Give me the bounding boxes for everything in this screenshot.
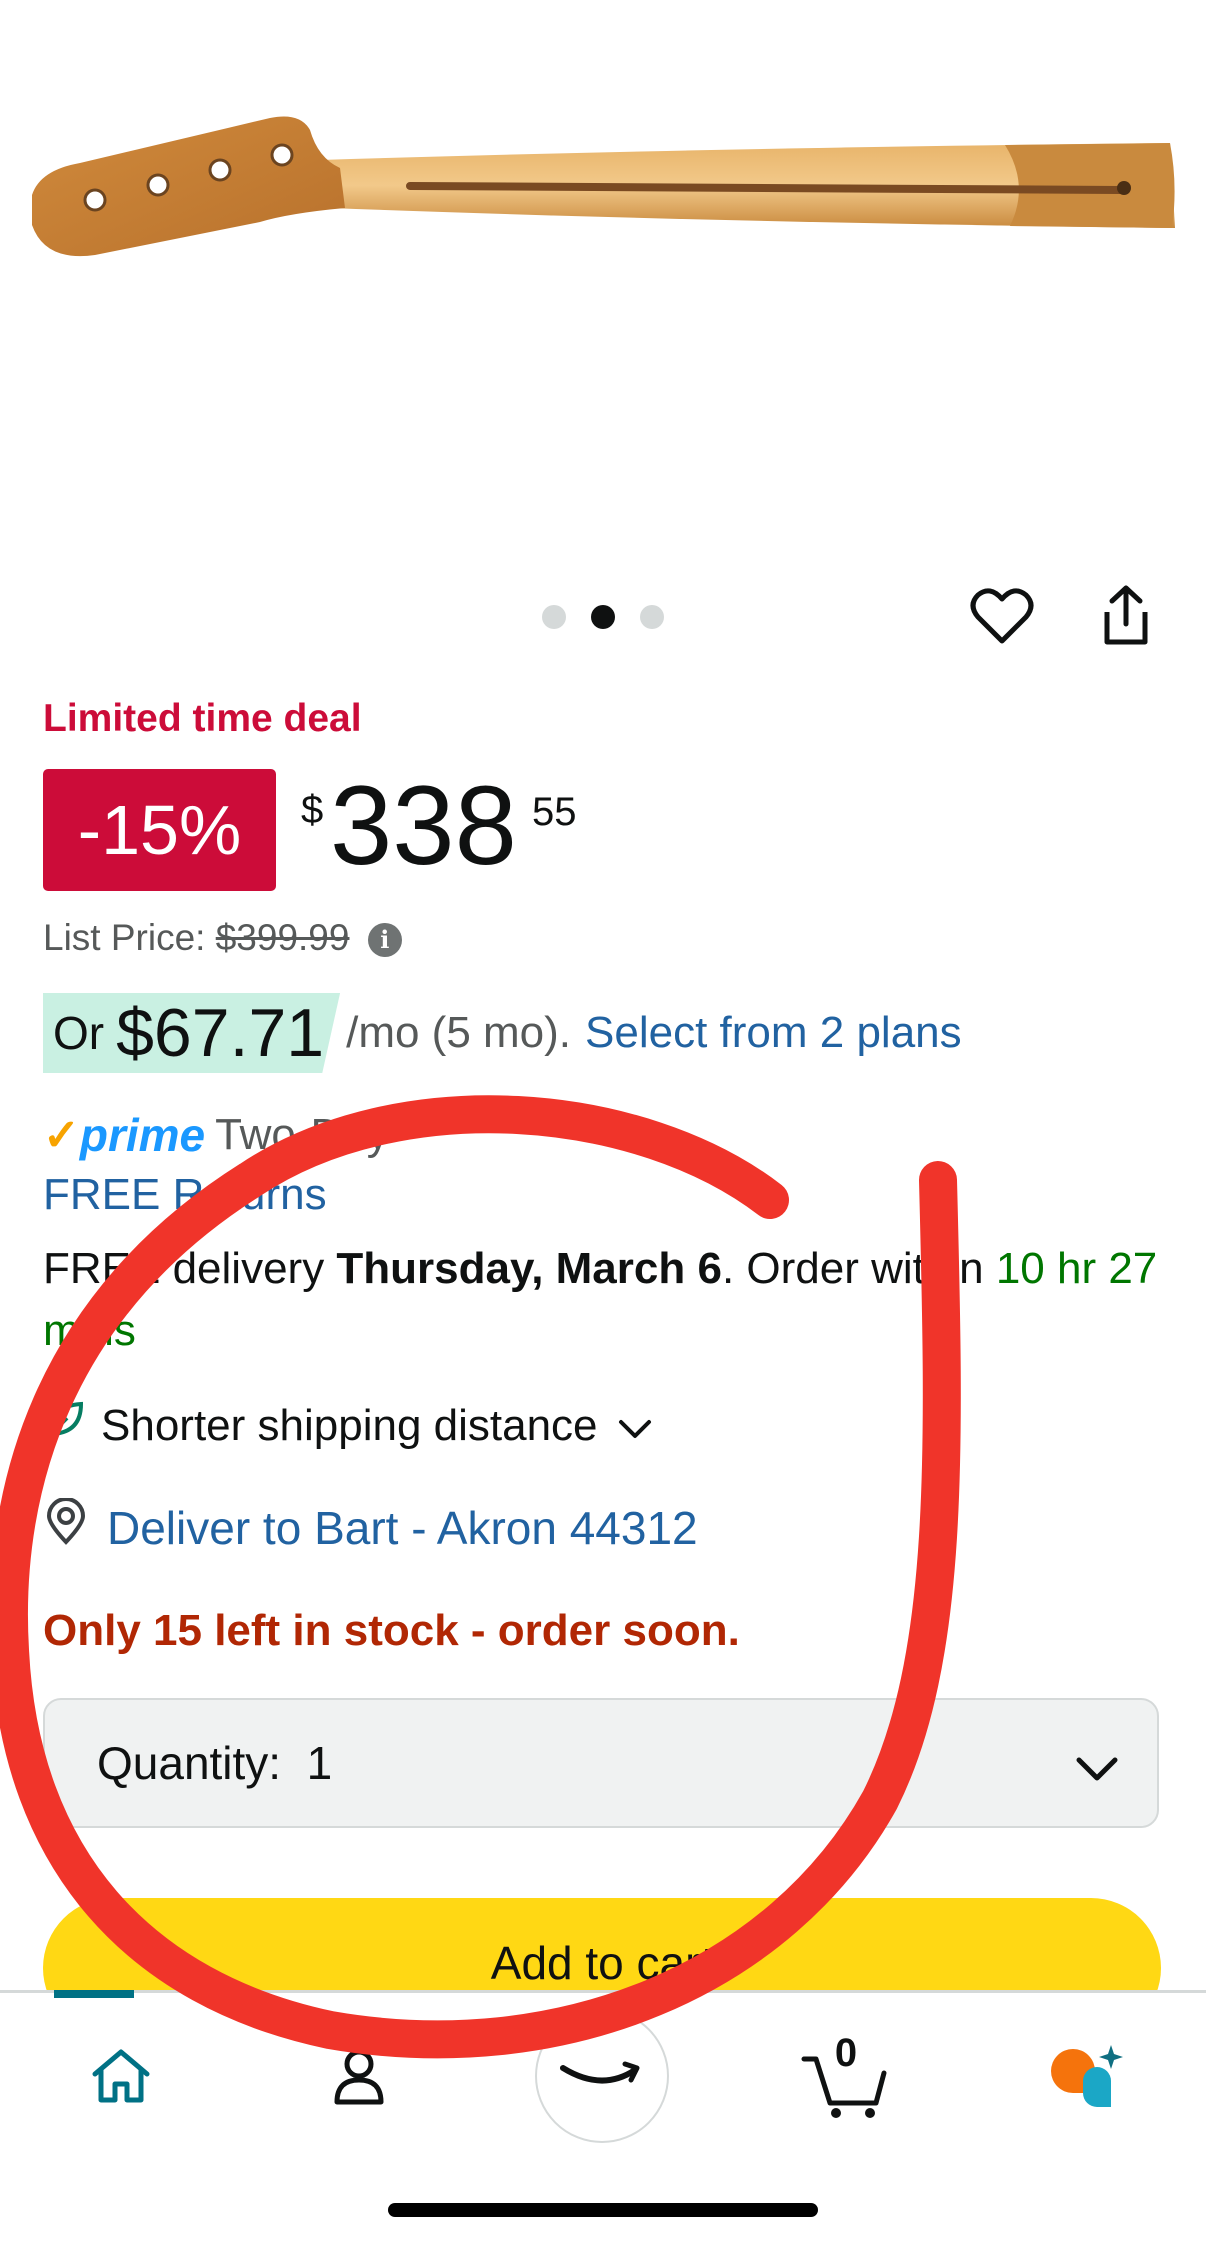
delivery-date: Thursday, March 6 (336, 1244, 722, 1293)
select-plans-link[interactable]: Select from 2 plans (585, 1008, 962, 1058)
installment-or: Or (53, 1007, 105, 1059)
price-fraction: 55 (532, 790, 577, 834)
chevron-down-icon (618, 1401, 652, 1451)
wishlist-button[interactable] (966, 582, 1038, 654)
rufus-assistant-icon (1043, 2041, 1127, 2116)
delivery-info: FREE delivery Thursday, March 6. Order w… (43, 1238, 1173, 1362)
bottom-tab-bar: 0 (0, 1990, 1206, 2247)
installment-pill: Or $67.71 (43, 993, 341, 1073)
add-to-cart-label: Add to cart (490, 1937, 714, 1989)
home-icon (89, 2046, 153, 2111)
heart-icon (970, 587, 1034, 650)
quantity-dropdown[interactable]: Quantity: 1 (43, 1698, 1159, 1828)
prime-row[interactable]: ✓ prime Two-Day (43, 1108, 389, 1162)
prime-check-icon: ✓ (43, 1110, 80, 1160)
cart-icon: 0 (800, 2031, 890, 2123)
info-icon[interactable]: i (367, 923, 402, 958)
discount-badge: -15% (43, 769, 276, 891)
amazon-logo-button[interactable] (535, 2009, 669, 2143)
product-image[interactable] (0, 0, 1206, 580)
shipping-note-row[interactable]: Shorter shipping distance (43, 1398, 652, 1453)
stock-status: Only 15 left in stock - order soon. (43, 1606, 740, 1655)
price-currency: $ (301, 788, 324, 832)
share-button[interactable] (1090, 582, 1162, 654)
installment-term: /mo (5 mo). (346, 1008, 572, 1057)
delivery-middle: . Order within (721, 1244, 996, 1293)
free-returns-link[interactable]: FREE Returns (43, 1170, 327, 1220)
leaf-icon (43, 1398, 87, 1453)
carousel-dot[interactable] (542, 605, 566, 629)
tab-account[interactable] (314, 2033, 404, 2123)
carousel-dot-active[interactable] (591, 605, 615, 629)
list-price-row: List Price: $399.99 i (43, 917, 402, 959)
amazon-smile-icon (557, 2054, 647, 2099)
quantity-label: Quantity: (97, 1737, 282, 1789)
prime-logo: prime (79, 1109, 206, 1161)
chevron-down-icon (1075, 1740, 1119, 1794)
prime-shipping-speed: Two-Day (215, 1110, 389, 1159)
shipping-note: Shorter shipping distance (101, 1400, 598, 1450)
deliver-to-text: Deliver to Bart - Akron 44312 (107, 1501, 698, 1554)
home-indicator (388, 2203, 818, 2217)
deal-label: Limited time deal (43, 697, 362, 740)
person-icon (327, 2044, 391, 2113)
list-price-label: List Price: (43, 917, 206, 958)
carousel-dot[interactable] (640, 605, 664, 629)
tab-rufus[interactable] (1040, 2033, 1130, 2123)
price-whole: 338 (330, 763, 517, 888)
share-icon (1099, 584, 1153, 653)
tab-cart[interactable]: 0 (800, 2031, 890, 2123)
quantity-value: 1 (306, 1737, 333, 1789)
tab-home[interactable] (76, 2033, 166, 2123)
deliver-to-row[interactable]: Deliver to Bart - Akron 44312 (43, 1497, 698, 1557)
installment-row: Or $67.71 /mo (5 mo). Select from 2 plan… (43, 993, 962, 1073)
cart-count: 0 (834, 2031, 858, 2075)
delivery-prefix: FREE delivery (43, 1244, 337, 1293)
home-tab-indicator (54, 1990, 134, 1998)
list-price-value: $399.99 (215, 917, 350, 958)
location-pin-icon (43, 1497, 89, 1557)
installment-amount: $67.71 (116, 995, 325, 1071)
